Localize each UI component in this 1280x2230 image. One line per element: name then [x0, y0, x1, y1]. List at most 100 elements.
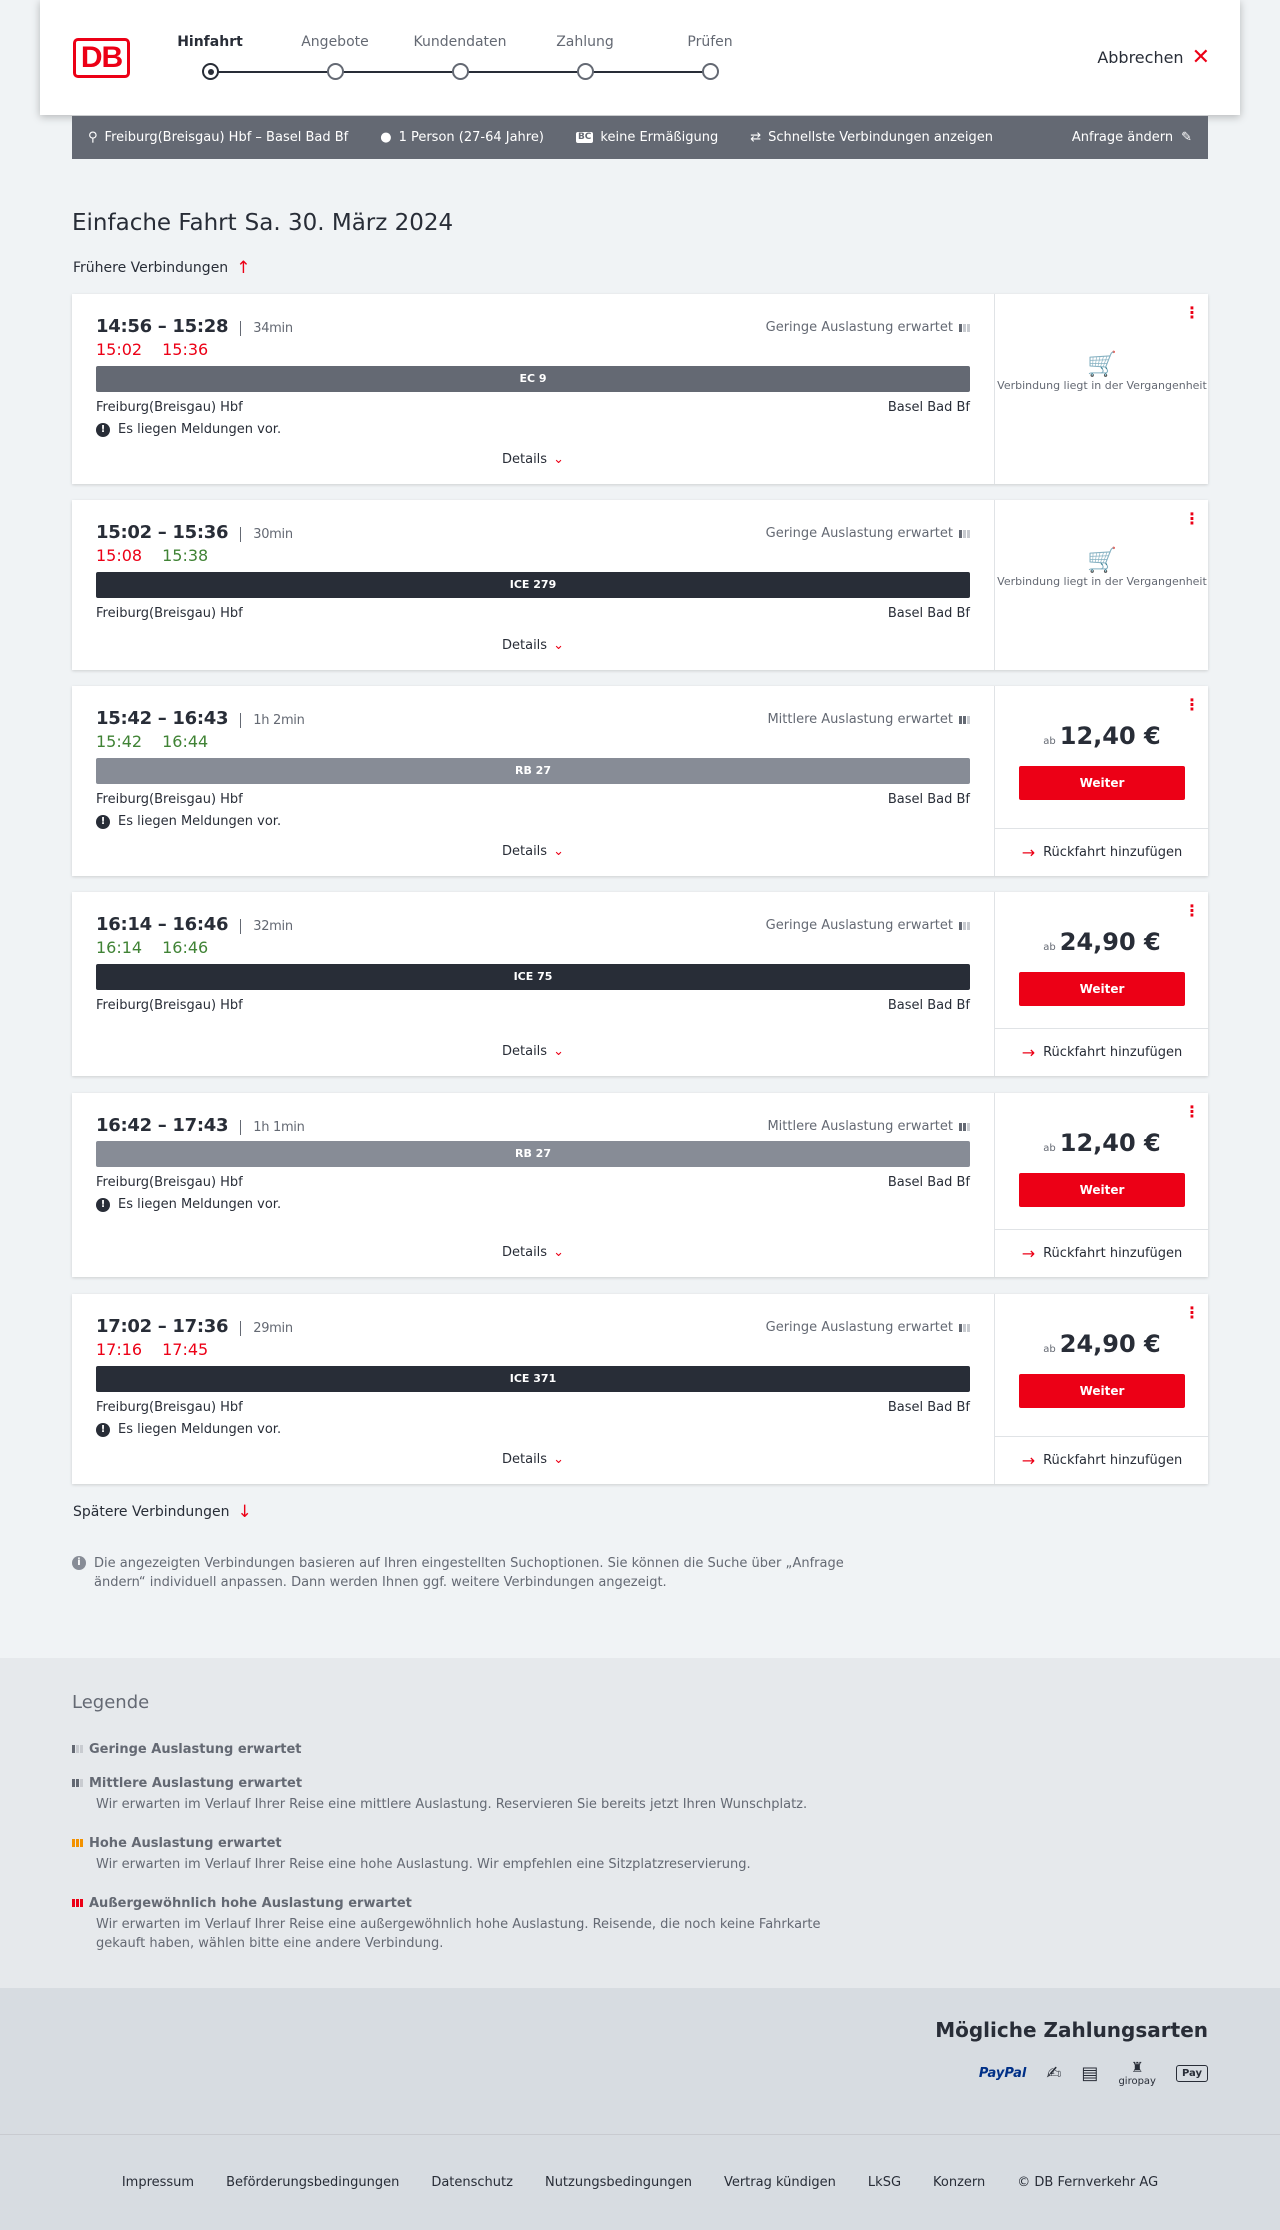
details-toggle[interactable]: Details ⌄	[72, 844, 994, 859]
add-return-trip-button[interactable]: → Rückfahrt hinzufügen	[995, 1229, 1209, 1277]
payment-methods: PayPal ✍ ▤ ♜ giropay Pay	[979, 2060, 1208, 2087]
sepa-debit-icon: ▤	[1081, 2063, 1099, 2084]
notice-text: Es liegen Meldungen vor.	[118, 1197, 282, 1212]
occupancy-low-icon	[959, 323, 970, 332]
step-zahlung: Zahlung	[556, 34, 614, 50]
add-return-trip-button[interactable]: → Rückfahrt hinzufügen	[995, 1028, 1209, 1076]
more-options-icon[interactable]: ⋮	[1184, 305, 1200, 321]
occupancy-label: Mittlere Auslastung erwartet	[767, 1119, 953, 1134]
offer-panel: ⋮ ab 12,40 € Weiter → Rückfahrt hinzufügen	[994, 686, 1209, 876]
db-logo[interactable]: DB	[73, 38, 130, 78]
legend-item-medium: Mittlere Auslastung erwartet Wir erwarten…	[72, 1776, 872, 1814]
continue-button[interactable]: Weiter	[1019, 972, 1185, 1006]
later-connections-link[interactable]: Spätere Verbindungen ↓	[73, 1502, 252, 1522]
duration: 1h 2min	[240, 713, 305, 728]
footer-link-befoerderungsbedingungen[interactable]: Beförderungsbedingungen	[226, 2175, 399, 2190]
step-angebote: Angebote	[301, 34, 369, 50]
query-discount-text: keine Ermäßigung	[600, 130, 719, 145]
price-value: 24,90 €	[1059, 1330, 1161, 1358]
footer-link-konzern[interactable]: Konzern	[933, 2175, 985, 2190]
realtime-departure: 15:02	[96, 340, 143, 359]
step-hinfahrt: Hinfahrt	[177, 34, 243, 50]
step-pruefen: Prüfen	[687, 34, 733, 50]
occupancy-indicator: Geringe Auslastung erwartet	[766, 918, 970, 933]
details-toggle[interactable]: Details ⌄	[72, 638, 994, 653]
footer-link-datenschutz[interactable]: Datenschutz	[431, 2175, 513, 2190]
duration: 32min	[240, 919, 293, 934]
details-toggle[interactable]: Details ⌄	[72, 1044, 994, 1059]
train-bar[interactable]: RB 27	[96, 758, 970, 784]
departure-station: Freiburg(Breisgau) Hbf	[96, 1400, 243, 1415]
details-toggle[interactable]: Details ⌄	[72, 1452, 994, 1467]
add-return-trip-button[interactable]: → Rückfahrt hinzufügen	[995, 1436, 1209, 1484]
occupancy-extreme-icon	[72, 1899, 83, 1907]
continue-button[interactable]: Weiter	[1019, 1173, 1185, 1207]
pencil-icon: ✎	[1181, 130, 1192, 145]
cancel-label: Abbrechen	[1097, 48, 1184, 67]
more-options-icon[interactable]: ⋮	[1184, 903, 1200, 919]
add-return-trip-button[interactable]: → Rückfahrt hinzufügen	[995, 828, 1209, 876]
apple-pay-label: Pay	[1181, 2068, 1202, 2079]
step-dot-zahlung	[577, 63, 594, 80]
occupancy-medium-icon	[72, 1779, 83, 1787]
details-toggle[interactable]: Details ⌄	[72, 1245, 994, 1260]
footer-link-impressum[interactable]: Impressum	[122, 2175, 194, 2190]
train-bar[interactable]: ICE 75	[96, 964, 970, 990]
arrival-station: Basel Bad Bf	[887, 1175, 970, 1190]
close-icon: ✕	[1191, 44, 1210, 70]
train-bar[interactable]: RB 27	[96, 1141, 970, 1167]
swap-arrows-icon: ⇄	[750, 130, 762, 145]
legend-title: Legende	[72, 1692, 150, 1713]
footer-link-nutzungsbedingungen[interactable]: Nutzungsbedingungen	[545, 2175, 692, 2190]
arrow-right-icon: →	[1021, 1451, 1036, 1470]
query-passengers-text: 1 Person (27-64 Jahre)	[398, 130, 544, 145]
cancel-button[interactable]: Abbrechen ✕	[1097, 44, 1210, 70]
connection-info: 15:02 – 15:36 30min 15:08 15:38 Geringe Au…	[72, 500, 994, 670]
connection-card: 16:14 – 16:46 32min 16:14 16:46 Geringe Au…	[72, 892, 1209, 1076]
notice: ! Es liegen Meldungen vor.	[96, 1422, 281, 1437]
legend-item-text: Wir erwarten im Verlauf Ihrer Reise eine…	[96, 1917, 821, 1951]
past-connection-note: 🛒 Verbindung liegt in der Vergangenheit	[995, 548, 1209, 590]
earlier-connections-link[interactable]: Frühere Verbindungen ↑	[73, 258, 250, 278]
paypal-icon: PayPal	[978, 2066, 1027, 2081]
footer-link-vertrag-kuendigen[interactable]: Vertrag kündigen	[724, 2175, 836, 2190]
realtime-departure: 16:14	[96, 938, 143, 957]
arrival-station: Basel Bad Bf	[887, 792, 970, 807]
page-title-date: Sa. 30. März 2024	[244, 210, 454, 236]
person-icon: ●	[380, 130, 392, 145]
add-return-trip-label: Rückfahrt hinzufügen	[1043, 845, 1183, 860]
legend-item-text: Wir erwarten im Verlauf Ihrer Reise eine…	[96, 1857, 751, 1872]
train-bar[interactable]: EC 9	[96, 366, 970, 392]
chevron-down-icon: ⌄	[553, 638, 564, 653]
price: ab 24,90 €	[995, 928, 1209, 956]
details-toggle[interactable]: Details ⌄	[72, 452, 994, 467]
realtime-times: 16:14 16:46	[96, 938, 228, 957]
notice: ! Es liegen Meldungen vor.	[96, 422, 281, 437]
legend-item-title: Mittlere Auslastung erwartet	[89, 1776, 303, 1791]
details-label: Details	[502, 1245, 548, 1260]
footer-link-lksg[interactable]: LkSG	[868, 2175, 901, 2190]
more-options-icon[interactable]: ⋮	[1184, 511, 1200, 527]
continue-button[interactable]: Weiter	[1019, 766, 1185, 800]
continue-button[interactable]: Weiter	[1019, 1374, 1185, 1408]
train-bar[interactable]: ICE 279	[96, 572, 970, 598]
arrival-station: Basel Bad Bf	[887, 1400, 970, 1415]
occupancy-indicator: Mittlere Auslastung erwartet	[767, 712, 970, 727]
more-options-icon[interactable]: ⋮	[1184, 1104, 1200, 1120]
connection-times: 16:42 – 17:43 1h 1min	[96, 1115, 305, 1136]
departure-station: Freiburg(Breisgau) Hbf	[96, 998, 243, 1013]
realtime-arrival: 16:44	[162, 732, 209, 751]
train-bar[interactable]: ICE 371	[96, 1366, 970, 1392]
more-options-icon[interactable]: ⋮	[1184, 697, 1200, 713]
more-options-icon[interactable]: ⋮	[1184, 1305, 1200, 1321]
warning-icon: !	[96, 1197, 110, 1212]
step-dot-angebote	[327, 63, 344, 80]
connection-times: 17:02 – 17:36 29min	[96, 1316, 293, 1337]
change-query-button[interactable]: Anfrage ändern ✎	[1072, 130, 1192, 145]
chevron-down-icon: ⌄	[553, 1452, 564, 1467]
arrival-station: Basel Bad Bf	[887, 400, 970, 415]
details-label: Details	[502, 1044, 548, 1059]
query-summary-bar: ⚲ Freiburg(Breisgau) Hbf – Basel Bad Bf ●…	[72, 116, 1208, 159]
legend-item-text: Wir erwarten im Verlauf Ihrer Reise eine…	[96, 1797, 808, 1812]
connection-info: 16:42 – 17:43 1h 1min Mittlere Auslastung…	[72, 1093, 994, 1277]
